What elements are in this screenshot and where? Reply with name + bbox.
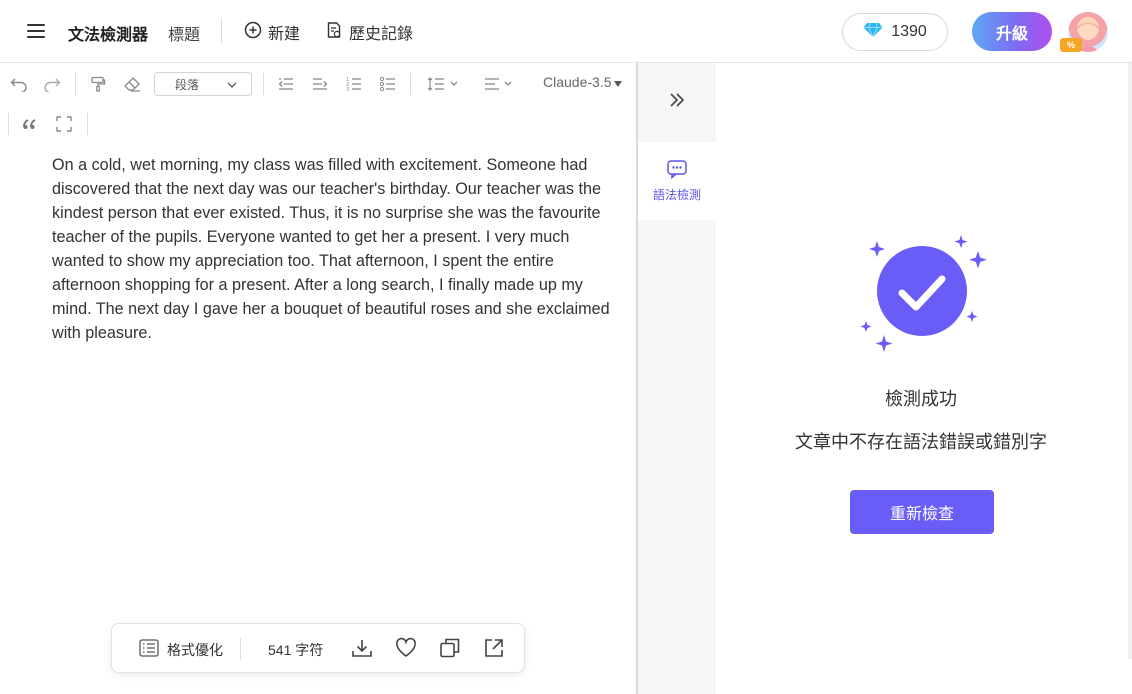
history-label: 歷史記錄 xyxy=(349,26,414,43)
double-chevron-right-icon xyxy=(668,91,686,114)
heart-icon[interactable] xyxy=(395,637,417,659)
toolbar-divider xyxy=(8,113,9,135)
toolbar-divider xyxy=(263,73,264,95)
side-tabs: 語法檢測 xyxy=(638,63,716,694)
bottom-divider xyxy=(240,638,241,660)
grammar-chat-icon xyxy=(666,159,688,182)
discount-badge: % xyxy=(1060,38,1082,52)
download-icon[interactable] xyxy=(351,637,373,659)
eraser-icon[interactable] xyxy=(122,74,142,94)
toolbar-divider xyxy=(75,73,76,95)
numbered-list-icon[interactable]: 123 xyxy=(344,74,364,94)
menu-icon[interactable] xyxy=(26,22,46,40)
format-optimize-label: 格式優化 xyxy=(167,641,223,658)
new-label: 新建 xyxy=(268,26,301,43)
credits-badge[interactable]: 1390 xyxy=(842,13,948,51)
char-count: 541 字符 xyxy=(268,642,324,658)
editor-content[interactable]: On a cold, wet morning, my class was fil… xyxy=(52,153,624,345)
new-button[interactable]: 新建 xyxy=(244,20,300,44)
app-title: 文法檢測器 xyxy=(68,27,149,44)
recheck-button[interactable]: 重新檢查 xyxy=(850,490,994,534)
model-value: Claude-3.5 xyxy=(543,74,612,90)
history-doc-icon xyxy=(325,21,343,44)
indent-icon[interactable] xyxy=(310,74,330,94)
align-icon[interactable] xyxy=(482,74,518,94)
success-check-icon xyxy=(856,231,992,361)
format-optimize-button[interactable]: 格式優化 xyxy=(139,639,223,660)
format-painter-icon[interactable] xyxy=(88,74,108,94)
chevron-down-icon xyxy=(227,77,237,91)
editor-panel: 段落 123 Claude-3.5 On a cold, wet morning… xyxy=(0,63,636,694)
list-format-icon xyxy=(139,639,159,660)
redo-icon[interactable] xyxy=(42,74,62,94)
svg-text:3: 3 xyxy=(346,87,349,92)
result-title: 檢測成功 xyxy=(885,389,957,409)
model-select[interactable]: Claude-3.5 xyxy=(543,74,622,90)
caret-down-icon xyxy=(613,74,622,90)
history-button[interactable]: 歷史記錄 xyxy=(325,20,413,44)
bottom-action-bar: 格式優化 541 字符 xyxy=(111,623,525,673)
outdent-icon[interactable] xyxy=(276,74,296,94)
upgrade-button[interactable]: 升級 xyxy=(972,12,1052,51)
result-panel: 檢測成功 文章中不存在語法錯誤或錯別字 重新檢查 xyxy=(716,63,1126,694)
undo-icon[interactable] xyxy=(9,74,29,94)
plus-circle-icon xyxy=(244,21,262,44)
share-external-icon[interactable] xyxy=(483,637,505,659)
header-divider xyxy=(221,18,222,44)
paragraph-select-value: 段落 xyxy=(175,77,200,92)
toolbar-divider xyxy=(410,73,411,95)
tab-grammar-check-label: 語法檢測 xyxy=(652,188,701,202)
bullet-list-icon[interactable] xyxy=(378,74,398,94)
top-bar: 文法檢測器 標題 新建 歷史記錄 1390 升級 % xyxy=(0,0,1132,63)
paragraph-select[interactable]: 段落 xyxy=(154,72,252,96)
line-height-icon[interactable] xyxy=(426,74,462,94)
scrollbar[interactable] xyxy=(1128,63,1132,659)
copy-icon[interactable] xyxy=(439,637,461,659)
diamond-icon xyxy=(863,22,883,43)
result-description: 文章中不存在語法錯誤或錯別字 xyxy=(795,432,1047,452)
fullscreen-icon[interactable] xyxy=(54,113,74,135)
tab-grammar-check[interactable]: 語法檢測 xyxy=(638,142,716,220)
collapse-button[interactable] xyxy=(638,63,716,141)
quote-icon[interactable] xyxy=(20,113,40,135)
credits-count: 1390 xyxy=(891,23,927,40)
doc-title[interactable]: 標題 xyxy=(168,21,200,45)
toolbar-divider xyxy=(87,113,88,135)
